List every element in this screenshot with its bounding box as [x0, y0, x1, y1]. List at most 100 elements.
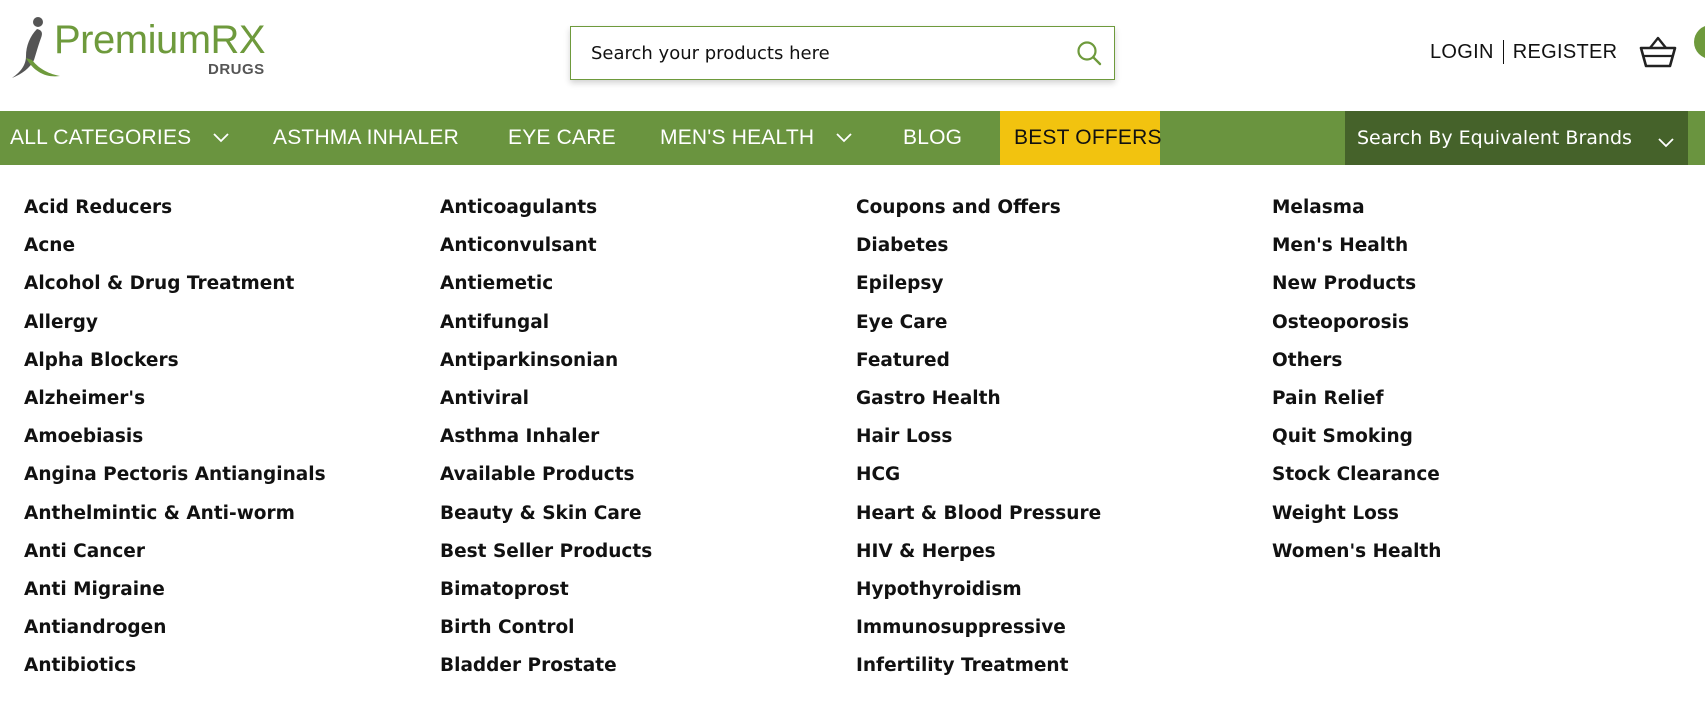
cart-count-badge: 0	[1694, 25, 1705, 59]
category-link[interactable]: Featured	[856, 350, 950, 371]
category-item: Epilepsy	[856, 273, 1256, 311]
category-link[interactable]: Antibiotics	[24, 655, 136, 676]
category-column-1: Acid Reducers Acne Alcohol & Drug Treatmen…	[24, 197, 424, 693]
category-link[interactable]: Anthelmintic & Anti-worm	[24, 503, 295, 524]
category-link[interactable]: Beauty & Skin Care	[440, 503, 642, 524]
category-link[interactable]: Diabetes	[856, 235, 948, 256]
category-link[interactable]: Alpha Blockers	[24, 350, 179, 371]
category-item: Alzheimer's	[24, 388, 424, 426]
equivalent-brands-dropdown[interactable]: Search By Equivalent Brands	[1345, 111, 1688, 165]
category-link[interactable]: Quit Smoking	[1272, 426, 1413, 447]
category-link[interactable]: Women's Health	[1272, 541, 1441, 562]
category-link[interactable]: Antiviral	[440, 388, 529, 409]
nav-eye-care[interactable]: EYE CARE	[508, 111, 616, 165]
category-link[interactable]: Acid Reducers	[24, 197, 172, 218]
category-link[interactable]: Anti Cancer	[24, 541, 145, 562]
category-item: Asthma Inhaler	[440, 426, 840, 464]
category-item: Women's Health	[1272, 541, 1672, 579]
category-item: HIV & Herpes	[856, 541, 1256, 579]
category-link[interactable]: Bimatoprost	[440, 579, 569, 600]
category-link[interactable]: Immunosuppressive	[856, 617, 1066, 638]
category-link[interactable]: Stock Clearance	[1272, 464, 1440, 485]
category-column-3: Coupons and Offers Diabetes Epilepsy Eye Ca…	[856, 197, 1256, 693]
category-item: Acne	[24, 235, 424, 273]
category-link[interactable]: Best Seller Products	[440, 541, 652, 562]
category-link[interactable]: Osteoporosis	[1272, 312, 1409, 333]
search-button[interactable]	[1074, 38, 1104, 68]
category-item: Anticonvulsant	[440, 235, 840, 273]
category-link[interactable]: Alcohol & Drug Treatment	[24, 273, 294, 294]
category-link[interactable]: Hypothyroidism	[856, 579, 1022, 600]
nav-blog-label: BLOG	[903, 126, 963, 149]
login-link[interactable]: LOGIN	[1430, 41, 1494, 64]
nav-all-categories-label: ALL CATEGORIES	[10, 126, 192, 149]
category-item: Beauty & Skin Care	[440, 503, 840, 541]
register-link[interactable]: REGISTER	[1513, 41, 1618, 64]
category-item: Anti Migraine	[24, 579, 424, 617]
chevron-down-icon	[213, 133, 229, 143]
auth-divider	[1502, 40, 1504, 64]
basket-icon[interactable]	[1638, 34, 1678, 70]
category-item: Immunosuppressive	[856, 617, 1256, 655]
category-item: Men's Health	[1272, 235, 1672, 273]
category-link[interactable]: Heart & Blood Pressure	[856, 503, 1101, 524]
category-item: Amoebiasis	[24, 426, 424, 464]
chevron-down-icon	[1658, 131, 1674, 153]
category-link[interactable]: Amoebiasis	[24, 426, 143, 447]
category-link[interactable]: Hair Loss	[856, 426, 952, 447]
category-item: Bladder Prostate	[440, 655, 840, 693]
category-item: Coupons and Offers	[856, 197, 1256, 235]
category-link[interactable]: Bladder Prostate	[440, 655, 617, 676]
category-link[interactable]: Angina Pectoris Antianginals	[24, 464, 326, 485]
category-item: New Products	[1272, 273, 1672, 311]
category-item: Pain Relief	[1272, 388, 1672, 426]
category-link[interactable]: Antiandrogen	[24, 617, 166, 638]
category-link[interactable]: Men's Health	[1272, 235, 1408, 256]
category-link[interactable]: Epilepsy	[856, 273, 943, 294]
nav-blog[interactable]: BLOG	[903, 111, 962, 165]
category-link[interactable]: Alzheimer's	[24, 388, 145, 409]
category-link[interactable]: Gastro Health	[856, 388, 1001, 409]
chevron-down-icon	[836, 133, 852, 143]
category-link[interactable]: New Products	[1272, 273, 1416, 294]
category-link[interactable]: Melasma	[1272, 197, 1365, 218]
category-link[interactable]: Birth Control	[440, 617, 575, 638]
category-item: Hypothyroidism	[856, 579, 1256, 617]
category-link[interactable]: Antiemetic	[440, 273, 553, 294]
category-link[interactable]: Coupons and Offers	[856, 197, 1061, 218]
brand-logo[interactable]: PremiumRX DRUGS	[8, 16, 266, 86]
category-link[interactable]: Anticoagulants	[440, 197, 597, 218]
category-link[interactable]: Anti Migraine	[24, 579, 165, 600]
category-link[interactable]: Infertility Treatment	[856, 655, 1068, 676]
categories-mega-menu: Acid Reducers Acne Alcohol & Drug Treatmen…	[0, 165, 1705, 711]
runner-figure-logo-icon	[12, 17, 60, 78]
category-item: Antiemetic	[440, 273, 840, 311]
search-box	[570, 26, 1115, 80]
nav-best-offers[interactable]: BEST OFFERS	[1000, 111, 1161, 165]
category-link[interactable]: Acne	[24, 235, 75, 256]
category-link[interactable]: Weight Loss	[1272, 503, 1399, 524]
category-item: Alcohol & Drug Treatment	[24, 273, 424, 311]
category-link[interactable]: HIV & Herpes	[856, 541, 996, 562]
category-link[interactable]: Antiparkinsonian	[440, 350, 618, 371]
equivalent-brands-label: Search By Equivalent Brands	[1357, 127, 1632, 149]
category-item: Available Products	[440, 464, 840, 502]
category-item: Stock Clearance	[1272, 464, 1672, 502]
category-link[interactable]: Pain Relief	[1272, 388, 1384, 409]
category-link[interactable]: Asthma Inhaler	[440, 426, 599, 447]
auth-links: LOGIN REGISTER	[1430, 38, 1617, 66]
category-item: Alpha Blockers	[24, 350, 424, 388]
category-link[interactable]: Antifungal	[440, 312, 549, 333]
category-link[interactable]: Anticonvulsant	[440, 235, 597, 256]
category-link[interactable]: Eye Care	[856, 312, 947, 333]
search-input[interactable]	[571, 28, 1051, 78]
nav-all-categories[interactable]: ALL CATEGORIES	[10, 111, 229, 165]
nav-mens-health[interactable]: MEN'S HEALTH	[660, 111, 852, 165]
nav-asthma-inhaler[interactable]: ASTHMA INHALER	[273, 111, 459, 165]
category-link[interactable]: Available Products	[440, 464, 635, 485]
category-item: Anthelmintic & Anti-worm	[24, 503, 424, 541]
category-link[interactable]: HCG	[856, 464, 900, 485]
category-item: HCG	[856, 464, 1256, 502]
category-link[interactable]: Allergy	[24, 312, 98, 333]
category-link[interactable]: Others	[1272, 350, 1342, 371]
